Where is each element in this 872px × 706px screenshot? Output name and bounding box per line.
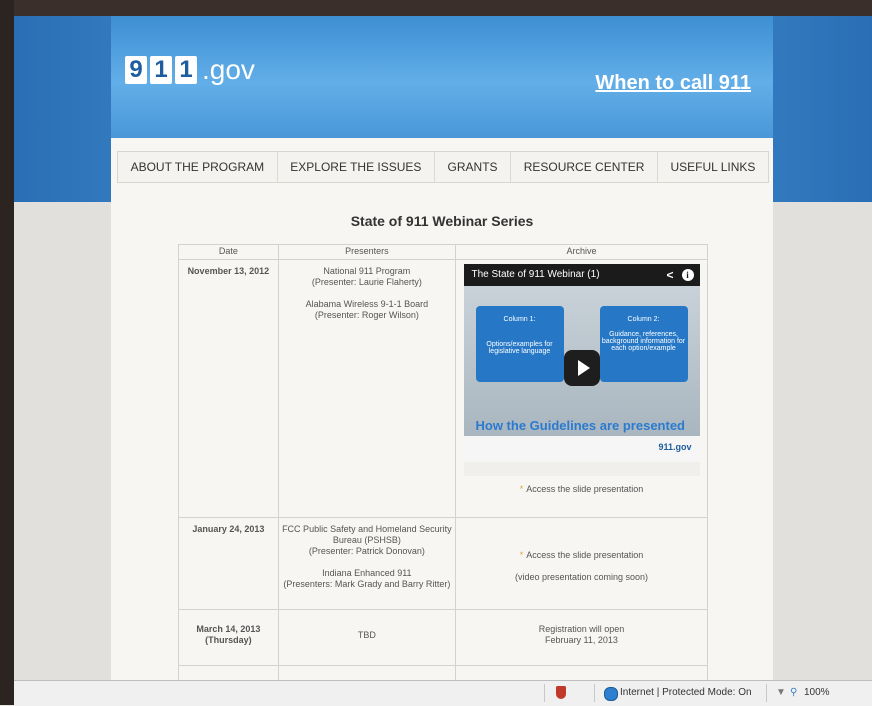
zone-icon[interactable]: ▼	[776, 687, 786, 698]
slide-caption: How the Guidelines are presented	[475, 418, 686, 433]
slide-column-1: Column 1: Options/examples for legislati…	[475, 306, 564, 382]
info-icon[interactable]: i	[681, 269, 694, 281]
logo-digit: 1	[150, 56, 172, 84]
row-archive: The State of 911 Webinar (1) < i Column …	[455, 259, 708, 518]
nav-item-explore-issues[interactable]: EXPLORE THE ISSUES	[278, 152, 435, 182]
bullet-star-icon: *	[519, 550, 524, 560]
presenter-line: Alabama Wireless 9-1-1 Board	[305, 299, 429, 309]
row-date: March 14, 2013 (Thursday)	[178, 609, 279, 666]
browser-status-bar: Internet | Protected Mode: On ▼ ⚲ 100%	[14, 680, 872, 706]
zoom-level[interactable]: 100%	[804, 687, 830, 698]
page-title: State of 911 Webinar Series	[350, 213, 534, 229]
column-header-archive: Archive	[455, 244, 708, 260]
row-archive: * Access the slide presentation (video pr…	[455, 517, 708, 610]
status-separator	[766, 684, 767, 702]
row-presenters: FCC Public Safety and Homeland Security …	[277, 517, 457, 610]
presenter-line: FCC Public Safety and Homeland Security	[282, 524, 452, 534]
archive-link-wrap: * Access the slide presentation	[462, 484, 701, 494]
archive-link-wrap: * Access the slide presentation	[462, 550, 701, 560]
archive-note: (video presentation coming soon)	[514, 572, 649, 582]
video-footer: 911.gov	[463, 436, 700, 462]
table-header-row: Date Presenters Archive	[178, 244, 708, 260]
presenter-line: National 911 Program	[323, 266, 411, 276]
row-date-sub: (Thursday)	[205, 635, 252, 645]
row-presenters: TBD	[277, 609, 457, 666]
presenter-line: TBD	[357, 630, 376, 640]
table-row: March 14, 2013 (Thursday) TBD Registrati…	[178, 609, 708, 666]
table-row: November 13, 2012 National 911 Program (…	[178, 259, 708, 518]
column-header-date: Date	[178, 244, 279, 260]
row-presenters	[277, 665, 457, 680]
presenter-line: (Presenter: Patrick Donovan)	[308, 546, 425, 556]
presenter-line: (Presenters: Mark Grady and Barry Ritter…	[283, 579, 451, 589]
slide-column-2-text: Guidance, references, background informa…	[601, 331, 686, 352]
mini-logo: 911.gov	[658, 442, 692, 452]
presenter-line: (Presenter: Laurie Flaherty)	[311, 277, 422, 287]
row-date-text: March 14, 2013	[196, 624, 261, 634]
zoom-icon[interactable]: ⚲	[790, 687, 797, 698]
slide-column-2: Column 2: Guidance, references, backgrou…	[599, 306, 688, 382]
site-logo[interactable]: 9 1 1 .gov	[125, 54, 255, 86]
status-separator	[594, 684, 595, 702]
security-shield-icon[interactable]	[556, 686, 566, 699]
globe-icon	[604, 687, 618, 701]
archive-note: Registration will open	[538, 624, 625, 634]
logo-suffix: .gov	[202, 54, 255, 85]
presenter-spacer	[280, 288, 454, 299]
bullet-star-icon: *	[519, 484, 524, 494]
play-button-icon[interactable]	[563, 350, 600, 386]
window-top-border	[0, 0, 872, 16]
protected-mode-status[interactable]: Internet | Protected Mode: On	[620, 687, 752, 698]
logo-digit: 1	[175, 56, 197, 84]
video-frame[interactable]: Column 1: Options/examples for legislati…	[463, 286, 700, 436]
nav-item-useful-links[interactable]: USEFUL LINKS	[658, 152, 768, 182]
nav-item-about[interactable]: ABOUT THE PROGRAM	[118, 152, 278, 182]
presenter-line: Indiana Enhanced 911	[322, 568, 412, 578]
webinar-table: Date Presenters Archive November 13, 201…	[178, 244, 708, 680]
logo-digit: 9	[125, 56, 147, 84]
site-banner: 9 1 1 .gov When to call 911	[111, 16, 773, 138]
window-left-border	[0, 0, 14, 705]
video-title[interactable]: The State of 911 Webinar (1)	[463, 264, 700, 286]
presenter-line: (Presenter: Roger Wilson)	[314, 310, 419, 320]
presenter-spacer	[280, 557, 454, 568]
share-icon[interactable]: <	[666, 268, 673, 282]
table-row	[178, 665, 708, 680]
column-header-presenters: Presenters	[277, 244, 457, 260]
when-to-call-link[interactable]: When to call 911	[595, 72, 751, 95]
status-separator	[544, 684, 545, 702]
access-slide-link[interactable]: Access the slide presentation	[526, 484, 643, 494]
nav-item-grants[interactable]: GRANTS	[435, 152, 512, 182]
row-archive	[455, 665, 708, 680]
slide-column-1-text: Options/examples for legislative languag…	[486, 341, 553, 355]
slide-column-1-title: Column 1:	[503, 316, 536, 323]
presenter-line: Bureau (PSHSB)	[332, 535, 401, 545]
row-archive: Registration will open February 11, 2013	[455, 609, 708, 666]
access-slide-link[interactable]: Access the slide presentation	[526, 550, 643, 560]
page-container: 9 1 1 .gov When to call 911 ABOUT THE PR…	[111, 16, 773, 680]
row-date: November 13, 2012	[178, 259, 279, 518]
table-row: January 24, 2013 FCC Public Safety and H…	[178, 517, 708, 610]
row-presenters: National 911 Program (Presenter: Laurie …	[277, 259, 457, 518]
video-player[interactable]: The State of 911 Webinar (1) < i Column …	[463, 264, 700, 476]
row-date: January 24, 2013	[178, 517, 279, 610]
nav-item-resource-center[interactable]: RESOURCE CENTER	[511, 152, 658, 182]
slide-column-2-title: Column 2:	[627, 316, 660, 323]
main-nav: ABOUT THE PROGRAM EXPLORE THE ISSUES GRA…	[117, 151, 769, 183]
archive-note: February 11, 2013	[545, 635, 618, 645]
row-date	[178, 665, 279, 680]
